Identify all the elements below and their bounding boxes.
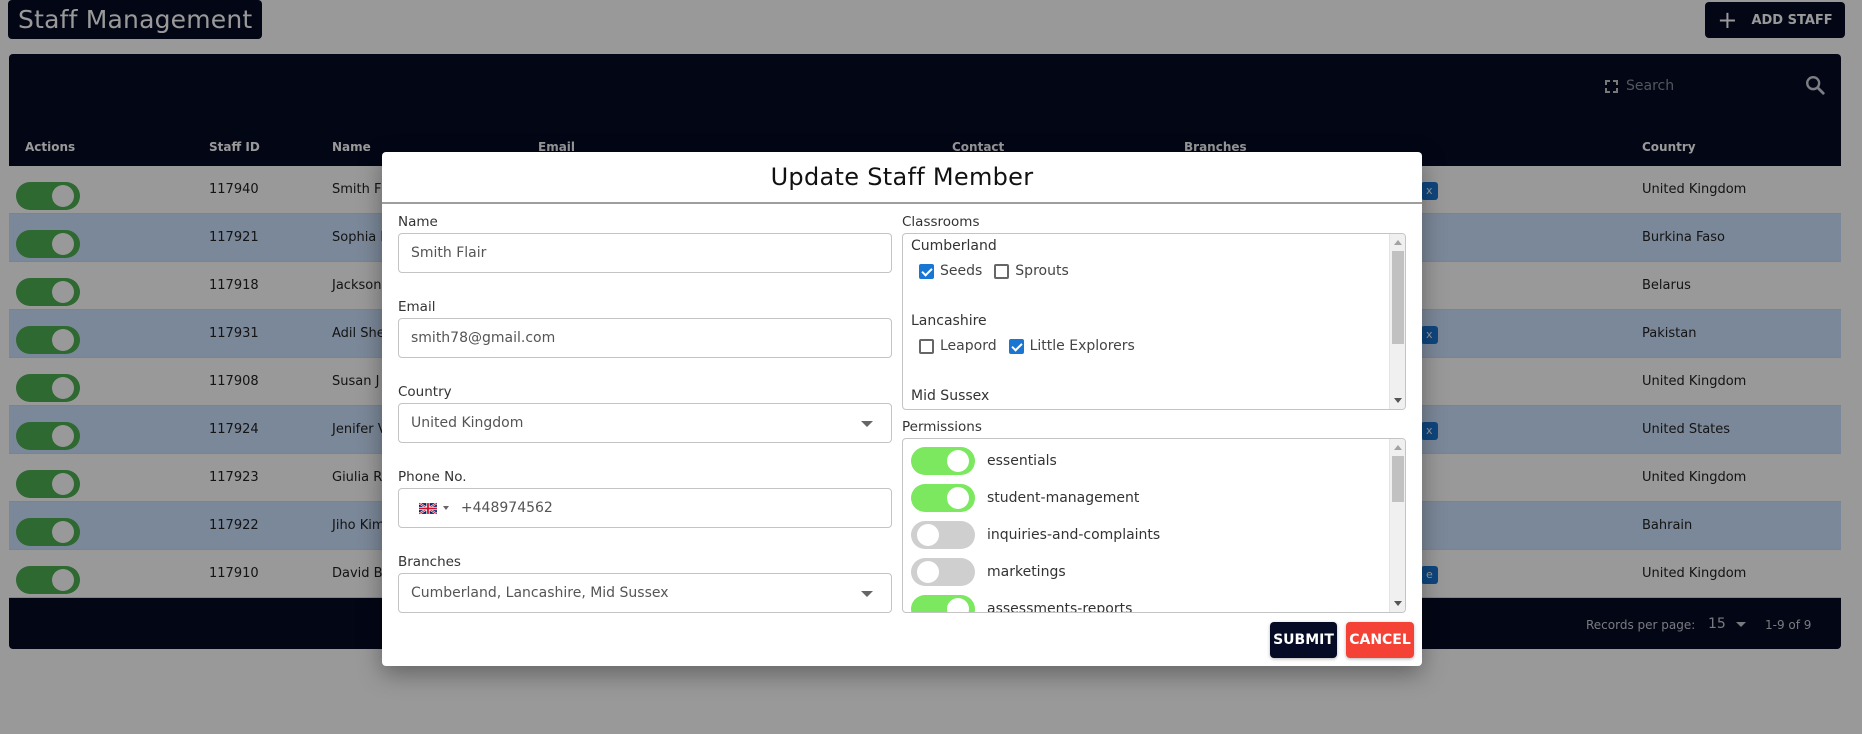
email-field[interactable]: [398, 318, 892, 358]
phone-input[interactable]: [460, 500, 891, 516]
permission-item: student-management: [911, 484, 1139, 512]
name-input[interactable]: [411, 245, 891, 261]
permissions-label: Permissions: [902, 419, 982, 435]
classroom-options: Seeds Sprouts: [919, 263, 1075, 279]
country-label: Country: [398, 384, 452, 400]
permission-toggle[interactable]: [911, 521, 975, 549]
classroom-branch-name: Lancashire: [911, 313, 987, 329]
classroom-options: Leapord Little Explorers: [919, 338, 1141, 354]
email-label: Email: [398, 299, 436, 315]
scroll-up-icon[interactable]: [1394, 445, 1402, 450]
classroom-branch-name: Mid Sussex: [911, 388, 990, 404]
classroom-label[interactable]: Little Explorers: [1030, 338, 1135, 354]
permission-label: assessments-reports: [987, 601, 1133, 613]
permission-toggle[interactable]: [911, 595, 975, 612]
classrooms-label: Classrooms: [902, 214, 980, 230]
permission-toggle[interactable]: [911, 484, 975, 512]
name-field[interactable]: [398, 233, 892, 273]
permission-item: assessments-reports: [911, 595, 1133, 613]
classroom-branch-name: Cumberland: [911, 238, 997, 254]
scroll-down-icon[interactable]: [1394, 601, 1402, 606]
permission-toggle[interactable]: [911, 558, 975, 586]
country-select[interactable]: United Kingdom: [398, 403, 892, 443]
branches-select[interactable]: Cumberland, Lancashire, Mid Sussex: [398, 573, 892, 613]
classroom-checkbox[interactable]: [994, 263, 1010, 279]
permissions-scrollbar[interactable]: [1389, 439, 1405, 612]
chevron-down-icon[interactable]: [861, 421, 873, 427]
classroom-checkbox[interactable]: [919, 263, 934, 279]
classroom-checkbox[interactable]: [1008, 338, 1024, 354]
branches-value: Cumberland, Lancashire, Mid Sussex: [411, 585, 669, 601]
scroll-up-icon[interactable]: [1394, 240, 1402, 245]
permission-label: inquiries-and-complaints: [987, 527, 1161, 543]
name-label: Name: [398, 214, 438, 230]
scrollbar-thumb[interactable]: [1392, 456, 1404, 502]
scrollbar-thumb[interactable]: [1392, 251, 1404, 344]
permission-item: marketings: [911, 558, 1066, 586]
permission-label: essentials: [987, 453, 1057, 469]
email-input[interactable]: [411, 330, 891, 346]
country-value: United Kingdom: [411, 415, 524, 431]
permission-item: inquiries-and-complaints: [911, 521, 1160, 549]
scroll-down-icon[interactable]: [1394, 398, 1402, 403]
phone-label: Phone No.: [398, 469, 467, 485]
dialog-title: Update Staff Member: [382, 152, 1422, 204]
permission-label: marketings: [987, 564, 1066, 580]
country-code-dropdown-icon[interactable]: [442, 506, 449, 510]
chevron-down-icon[interactable]: [861, 591, 873, 597]
permission-toggle[interactable]: [911, 447, 975, 475]
classroom-label[interactable]: Sprouts: [1015, 263, 1068, 279]
update-staff-dialog: Update Staff Member Name Email Country U…: [382, 152, 1422, 666]
permission-item: essentials: [911, 447, 1057, 475]
classroom-checkbox[interactable]: [919, 338, 934, 354]
submit-button[interactable]: SUBMIT: [1270, 622, 1337, 658]
classrooms-list[interactable]: Cumberland Seeds Sprouts Lancashire Leapord L…: [902, 233, 1406, 410]
classroom-label[interactable]: Seeds: [940, 263, 982, 279]
permissions-list[interactable]: essentials student-management inquiries-an…: [902, 438, 1406, 613]
classroom-label[interactable]: Leapord: [940, 338, 997, 354]
classrooms-scrollbar[interactable]: [1389, 234, 1405, 409]
cancel-button[interactable]: CANCEL: [1346, 622, 1414, 658]
branches-label: Branches: [398, 554, 461, 570]
phone-field[interactable]: [398, 488, 892, 528]
permission-label: student-management: [987, 490, 1140, 506]
uk-flag-icon[interactable]: [419, 501, 437, 515]
